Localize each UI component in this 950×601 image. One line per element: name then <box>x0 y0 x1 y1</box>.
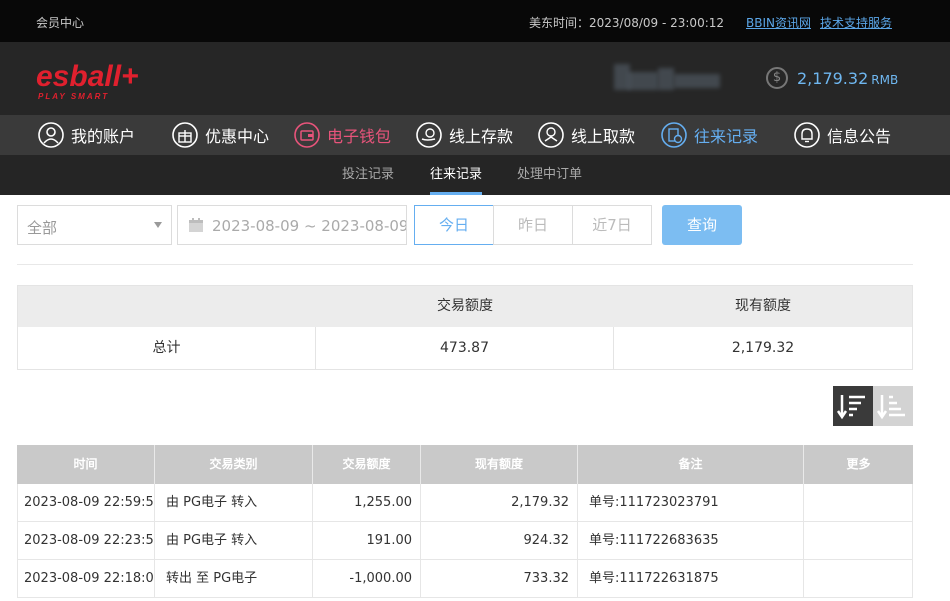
yesterday-button[interactable]: 昨日 <box>493 205 573 245</box>
chevron-down-icon <box>154 222 162 228</box>
cell-more[interactable] <box>804 522 913 560</box>
sort-desc-icon <box>836 395 865 420</box>
nav-label: 我的账户 <box>71 127 136 146</box>
col-time: 时间 <box>17 445 155 484</box>
nav-item-announcements[interactable]: 信息公告 <box>794 115 891 155</box>
main-nav: 我的账户 优惠中心 电子钱包 线上存款 线上取款 往来记录 信息公告 <box>0 115 950 155</box>
nav-label: 电子钱包 <box>327 127 392 146</box>
nav-label: 线上存款 <box>449 127 514 146</box>
cell-amount: 1,255.00 <box>313 484 421 522</box>
sort-toggle <box>833 386 913 426</box>
records-icon <box>661 122 687 148</box>
nav-item-transaction-records[interactable]: 往来记录 <box>661 115 758 155</box>
gift-icon <box>172 122 198 148</box>
member-center-label: 会员中心 <box>36 16 85 30</box>
nav-label: 信息公告 <box>827 127 892 146</box>
cell-balance: 924.32 <box>421 522 578 560</box>
sort-ascending-button[interactable] <box>873 386 913 426</box>
bbin-news-link[interactable]: BBIN资讯网 <box>746 14 811 31</box>
col-amount: 交易额度 <box>313 445 421 484</box>
col-type: 交易类别 <box>155 445 313 484</box>
summary-table: 交易额度 现有额度 总计 473.87 2,179.32 <box>17 285 913 370</box>
date-range-value: 2023-08-09 ~ 2023-08-09 <box>212 217 407 235</box>
cell-time: 2023-08-09 22:59:50 <box>17 484 155 522</box>
table-row: 2023-08-09 22:59:50 由 PG电子 转入 1,255.00 2… <box>17 484 913 522</box>
last-7-days-button[interactable]: 近7日 <box>572 205 652 245</box>
logo-text: esball+ <box>36 60 139 93</box>
sort-descending-button[interactable] <box>833 386 873 426</box>
cell-balance: 733.32 <box>421 560 578 598</box>
col-note: 备注 <box>578 445 804 484</box>
eastern-time: 美东时间：2023/08/09 - 23:00:12 <box>529 16 725 30</box>
cell-more[interactable] <box>804 560 913 598</box>
cell-note: 单号:111723023791 <box>578 484 804 522</box>
balance-value: 2,179.32 <box>797 69 869 88</box>
cell-balance: 2,179.32 <box>421 484 578 522</box>
cell-time: 2023-08-09 22:18:03 <box>17 560 155 598</box>
cell-note: 单号:111722683635 <box>578 522 804 560</box>
table-row: 2023-08-09 22:18:03 转出 至 PG电子 -1,000.00 … <box>17 560 913 598</box>
cell-more[interactable] <box>804 484 913 522</box>
balance-currency: RMB <box>871 73 899 87</box>
nav-item-e-wallet[interactable]: 电子钱包 <box>294 115 391 155</box>
sub-nav: 投注记录 往来记录 处理中订单 <box>0 155 950 195</box>
wallet-icon <box>294 122 320 148</box>
nav-item-my-account[interactable]: 我的账户 <box>38 115 135 155</box>
query-button[interactable]: 查询 <box>662 205 742 245</box>
nav-label: 优惠中心 <box>205 127 270 146</box>
nav-label: 往来记录 <box>694 127 759 146</box>
cell-note: 单号:111722631875 <box>578 560 804 598</box>
cell-amount: 191.00 <box>313 522 421 560</box>
divider <box>17 264 913 265</box>
nav-item-online-withdraw[interactable]: 线上取款 <box>538 115 635 155</box>
cell-type: 转出 至 PG电子 <box>155 560 313 598</box>
cell-type: 由 PG电子 转入 <box>155 522 313 560</box>
today-button[interactable]: 今日 <box>414 205 494 245</box>
tab-bet-records[interactable]: 投注记录 <box>342 155 394 195</box>
user-icon <box>38 122 64 148</box>
table-row: 2023-08-09 22:23:53 由 PG电子 转入 191.00 924… <box>17 522 913 560</box>
tech-support-link[interactable]: 技术支持服务 <box>820 14 892 31</box>
summary-header-current-amount: 现有额度 <box>735 298 791 314</box>
blurred-username <box>614 64 720 90</box>
header: esball+ PLAY SMART $ 2,179.32 RMB <box>0 42 950 115</box>
cell-time: 2023-08-09 22:23:53 <box>17 522 155 560</box>
bell-icon <box>794 122 820 148</box>
nav-item-promotions[interactable]: 优惠中心 <box>172 115 269 155</box>
col-balance: 现有额度 <box>421 445 578 484</box>
deposit-icon <box>416 122 442 148</box>
cell-amount: -1,000.00 <box>313 560 421 598</box>
tab-transaction-records[interactable]: 往来记录 <box>430 155 483 195</box>
sort-asc-icon <box>876 395 905 420</box>
select-value: 全部 <box>27 219 58 237</box>
nav-item-online-deposit[interactable]: 线上存款 <box>416 115 513 155</box>
transaction-type-select[interactable]: 全部 <box>17 205 172 245</box>
withdraw-icon <box>538 122 564 148</box>
summary-total-label: 总计 <box>152 340 181 356</box>
date-range-input[interactable]: 2023-08-09 ~ 2023-08-09 <box>177 205 407 245</box>
esball-logo[interactable]: esball+ PLAY SMART <box>36 54 146 104</box>
summary-current-amount: 2,179.32 <box>731 340 795 356</box>
cell-type: 由 PG电子 转入 <box>155 484 313 522</box>
summary-header-trade-amount: 交易额度 <box>437 298 493 314</box>
logo-tagline: PLAY SMART <box>38 92 109 101</box>
nav-label: 线上取款 <box>571 127 636 146</box>
coin-icon: $ <box>766 67 788 89</box>
col-more: 更多 <box>804 445 913 484</box>
tab-pending-orders[interactable]: 处理中订单 <box>517 155 582 195</box>
top-bar: 会员中心 美东时间：2023/08/09 - 23:00:12 BBIN资讯网 … <box>0 0 950 42</box>
account-balance: 2,179.32 RMB <box>797 69 898 88</box>
calendar-icon <box>189 218 203 232</box>
summary-trade-amount: 473.87 <box>440 340 489 356</box>
